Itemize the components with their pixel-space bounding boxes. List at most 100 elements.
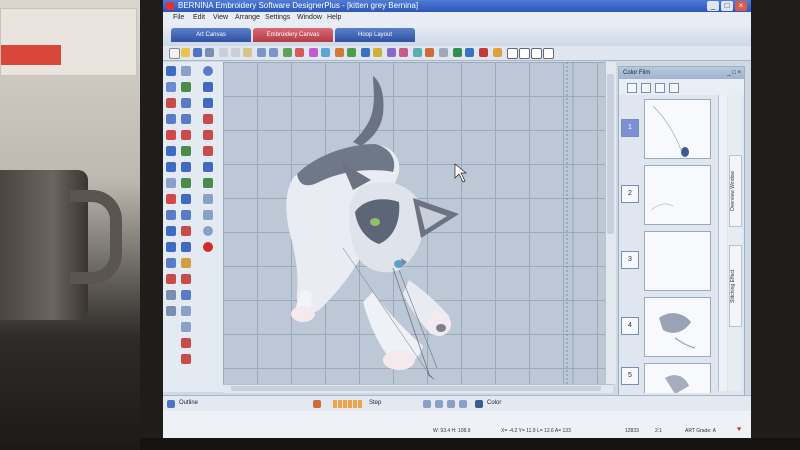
column-b-tool-icon[interactable] bbox=[166, 242, 176, 252]
globe-tool-icon[interactable] bbox=[203, 66, 213, 76]
target-tool-icon[interactable] bbox=[181, 274, 191, 284]
paste-icon[interactable] bbox=[243, 48, 252, 57]
color-film-item[interactable]: 1 bbox=[621, 97, 715, 159]
zoom-in-icon[interactable] bbox=[493, 48, 502, 57]
stitch-type-icon[interactable] bbox=[313, 400, 321, 408]
canvas-vertical-scrollbar[interactable] bbox=[605, 62, 616, 384]
measure-icon[interactable] bbox=[361, 48, 370, 57]
play-icon[interactable] bbox=[447, 400, 455, 408]
color-wheel-icon[interactable] bbox=[399, 48, 408, 57]
spiral-tool-icon[interactable] bbox=[181, 114, 191, 124]
lettering-tool-icon[interactable] bbox=[181, 242, 191, 252]
circle-tool-icon[interactable] bbox=[181, 194, 191, 204]
curve-tool-icon[interactable] bbox=[166, 178, 176, 188]
redo-icon[interactable] bbox=[269, 48, 278, 57]
color-film-item[interactable]: 5 bbox=[621, 361, 715, 393]
move-up-icon[interactable] bbox=[655, 83, 665, 93]
hoop-select-icon[interactable] bbox=[413, 48, 422, 57]
monogram-tool-icon[interactable] bbox=[166, 306, 176, 316]
vertical-scroll-thumb[interactable] bbox=[607, 74, 614, 234]
mirror-icon[interactable] bbox=[309, 48, 318, 57]
stipple-tool-icon[interactable] bbox=[203, 146, 213, 156]
cross-tool-icon[interactable] bbox=[203, 82, 213, 92]
bird-tool-icon[interactable] bbox=[181, 162, 191, 172]
menu-view[interactable]: View bbox=[213, 12, 228, 24]
grid-tool-icon[interactable] bbox=[181, 322, 191, 332]
cloud-tool-icon[interactable] bbox=[181, 306, 191, 316]
blackwork-tool-icon[interactable] bbox=[166, 210, 176, 220]
print-icon[interactable] bbox=[205, 48, 214, 57]
settings-icon[interactable] bbox=[439, 48, 448, 57]
oval-tool-icon[interactable] bbox=[181, 210, 191, 220]
stitch-player-icon[interactable] bbox=[335, 48, 344, 57]
design-canvas[interactable] bbox=[223, 62, 613, 384]
drop-tool-icon[interactable] bbox=[203, 194, 213, 204]
color-film-item[interactable]: 2 bbox=[621, 163, 715, 225]
mesh-tool-icon[interactable] bbox=[181, 338, 191, 348]
column-a-tool-icon[interactable] bbox=[166, 226, 176, 236]
tab-hoop-layout[interactable]: Hoop Layout bbox=[335, 28, 415, 42]
tab-art-canvas[interactable]: Art Canvas bbox=[171, 28, 251, 42]
pen-tool-icon[interactable] bbox=[181, 82, 191, 92]
ring-tool-icon[interactable] bbox=[203, 226, 213, 236]
step-back-icon[interactable] bbox=[423, 400, 431, 408]
show-stitches-icon[interactable] bbox=[479, 48, 488, 57]
pan-tool-icon[interactable] bbox=[181, 66, 191, 76]
artistic-view-icon[interactable] bbox=[387, 48, 396, 57]
menu-settings[interactable]: Settings bbox=[265, 12, 290, 24]
close-button[interactable]: × bbox=[735, 1, 747, 11]
step-forward-icon[interactable] bbox=[435, 400, 443, 408]
slow-redraw-icon[interactable] bbox=[373, 48, 382, 57]
text-tool-icon[interactable] bbox=[166, 290, 176, 300]
brush-tool-icon[interactable] bbox=[181, 98, 191, 108]
color-film-window-controls[interactable]: _ □ × bbox=[727, 67, 741, 79]
menu-window[interactable]: Window bbox=[297, 12, 322, 24]
leaf-tool-icon[interactable] bbox=[181, 146, 191, 156]
cross-stitch-icon[interactable] bbox=[203, 130, 213, 140]
rectangle-tool-icon[interactable] bbox=[181, 226, 191, 236]
tab-embroidery-canvas[interactable]: Embroidery Canvas bbox=[253, 28, 333, 42]
menu-file[interactable]: File bbox=[173, 12, 184, 24]
color-swatch-icon[interactable] bbox=[475, 400, 483, 408]
stitching-effect-tab[interactable]: Stitching Effect bbox=[729, 245, 742, 327]
rotate-icon[interactable] bbox=[321, 48, 330, 57]
color-film-item[interactable]: 3 bbox=[621, 229, 715, 291]
undo-icon[interactable] bbox=[257, 48, 266, 57]
zoom-out-icon[interactable] bbox=[519, 48, 530, 59]
select-tool-icon[interactable] bbox=[166, 66, 176, 76]
triangle-tool-icon[interactable] bbox=[166, 146, 176, 156]
shape-tool-icon[interactable] bbox=[166, 114, 176, 124]
open-folder-icon[interactable] bbox=[181, 48, 190, 57]
reshape-tool-icon[interactable] bbox=[166, 82, 176, 92]
horizontal-scroll-thumb[interactable] bbox=[231, 386, 601, 391]
copy-icon[interactable] bbox=[231, 48, 240, 57]
knife-tool-icon[interactable] bbox=[166, 98, 176, 108]
arrow-tool-icon[interactable] bbox=[166, 162, 176, 172]
cut-icon[interactable] bbox=[219, 48, 228, 57]
pattern-tool-icon[interactable] bbox=[181, 354, 191, 364]
stop-icon[interactable] bbox=[459, 400, 467, 408]
stamp-tool-icon[interactable] bbox=[181, 290, 191, 300]
applique-tool-icon[interactable] bbox=[166, 274, 176, 284]
fill-tool-icon[interactable] bbox=[166, 258, 176, 268]
minimize-button[interactable]: _ bbox=[707, 1, 719, 11]
show-grid-icon[interactable] bbox=[347, 48, 356, 57]
select-color-icon[interactable] bbox=[641, 83, 651, 93]
flower-tool-icon[interactable] bbox=[181, 130, 191, 140]
move-down-icon[interactable] bbox=[669, 83, 679, 93]
hoop-icon[interactable] bbox=[295, 48, 304, 57]
group-icon[interactable] bbox=[283, 48, 292, 57]
color-film-scrollbar[interactable] bbox=[718, 95, 727, 391]
zoom-fit-icon[interactable] bbox=[531, 48, 542, 59]
canvas-horizontal-scrollbar[interactable] bbox=[223, 384, 613, 393]
car-tool-icon[interactable] bbox=[203, 178, 213, 188]
menu-edit[interactable]: Edit bbox=[193, 12, 205, 24]
show-all-icon[interactable] bbox=[627, 83, 637, 93]
feather-tool-icon[interactable] bbox=[203, 210, 213, 220]
heart-tool-icon[interactable] bbox=[166, 194, 176, 204]
outline-icon[interactable] bbox=[167, 400, 175, 408]
color-film-item[interactable]: 4 bbox=[621, 295, 715, 357]
show-vector-icon[interactable] bbox=[465, 48, 474, 57]
tree-tool-icon[interactable] bbox=[181, 178, 191, 188]
star-tool-icon[interactable] bbox=[166, 130, 176, 140]
